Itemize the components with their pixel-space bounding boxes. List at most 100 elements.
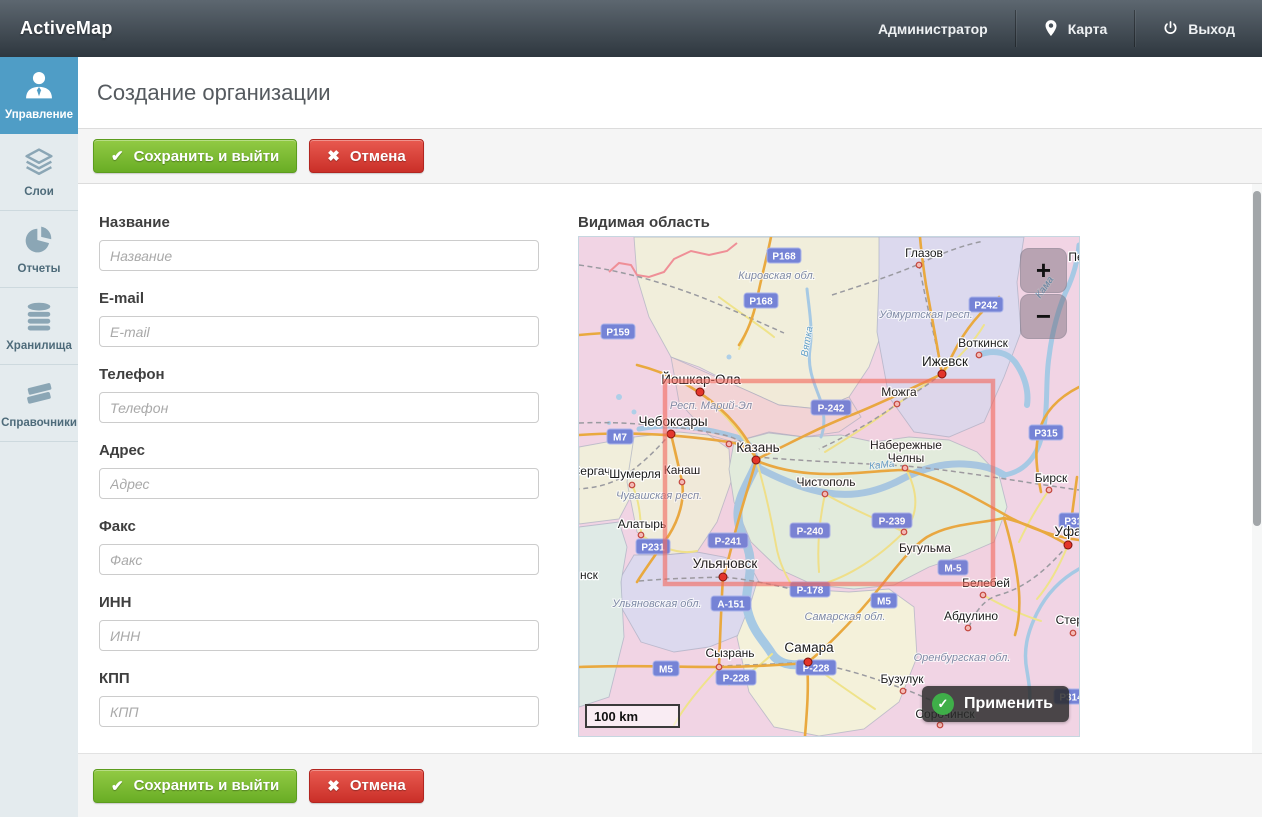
save-button-label: Сохранить и выйти xyxy=(134,777,280,794)
svg-text:Р159: Р159 xyxy=(606,328,630,339)
svg-text:М5: М5 xyxy=(877,597,891,608)
svg-text:А-151: А-151 xyxy=(717,600,745,611)
kpp-label: КПП xyxy=(99,670,539,687)
scrollbar-thumb[interactable] xyxy=(1253,191,1261,526)
field-email: E-mail xyxy=(99,290,539,347)
svg-text:Р242: Р242 xyxy=(974,301,998,312)
cross-icon: ✖ xyxy=(327,147,340,165)
save-and-exit-button[interactable]: ✔ Сохранить и выйти xyxy=(93,139,297,173)
app-shell: Управление Слои Отчеты Хранилища Справоч… xyxy=(0,57,1262,817)
sidebar-item-storages[interactable]: Хранилища xyxy=(0,288,78,365)
map-link[interactable]: Карта xyxy=(1016,0,1135,57)
visible-area-panel: Видимая область xyxy=(578,214,1080,753)
apply-button[interactable]: ✓ Применить xyxy=(922,686,1069,722)
check-circle-icon: ✓ xyxy=(932,693,954,715)
svg-text:Самарская обл.: Самарская обл. xyxy=(804,611,885,623)
check-icon: ✔ xyxy=(111,777,124,795)
map-canvas[interactable]: Р168 Р168 Р242 Р159 М7 Р-242 Р315 Р-239 … xyxy=(578,236,1080,737)
phone-label: Телефон xyxy=(99,366,539,383)
name-input[interactable] xyxy=(99,240,539,271)
zoom-in-button[interactable]: + xyxy=(1020,248,1067,293)
cross-icon: ✖ xyxy=(327,777,340,795)
sidebar-item-label: Слои xyxy=(24,186,54,198)
svg-text:Кировская обл.: Кировская обл. xyxy=(738,270,815,282)
cancel-button-label: Отмена xyxy=(350,148,406,165)
inn-label: ИНН xyxy=(99,594,539,611)
svg-text:Р168: Р168 xyxy=(772,252,796,263)
address-input[interactable] xyxy=(99,468,539,499)
field-address: Адрес xyxy=(99,442,539,499)
pie-chart-icon xyxy=(21,223,57,256)
sidebar: Управление Слои Отчеты Хранилища Справоч… xyxy=(0,57,78,817)
sidebar-item-label: Справочники xyxy=(1,417,77,429)
field-phone: Телефон xyxy=(99,366,539,423)
cancel-button-bottom[interactable]: ✖ Отмена xyxy=(309,769,423,803)
save-button-label: Сохранить и выйти xyxy=(134,148,280,165)
svg-text:Ижевск: Ижевск xyxy=(922,354,968,369)
zoom-out-button[interactable]: − xyxy=(1020,294,1067,339)
database-icon xyxy=(21,300,57,333)
form-content: Название E-mail Телефон Адрес Факс xyxy=(78,184,1262,753)
selection-rectangle[interactable] xyxy=(665,381,993,584)
user-menu[interactable]: Администратор xyxy=(851,0,1015,57)
scale-label: 100 km xyxy=(594,709,638,724)
power-icon xyxy=(1162,20,1179,37)
cancel-button[interactable]: ✖ Отмена xyxy=(309,139,423,173)
save-and-exit-button-bottom[interactable]: ✔ Сохранить и выйти xyxy=(93,769,297,803)
app-logo: ActiveMap xyxy=(0,18,113,39)
svg-text:М7: М7 xyxy=(613,433,627,444)
sidebar-item-directories[interactable]: Справочники xyxy=(0,365,78,442)
svg-text:Сергач: Сергач xyxy=(579,464,610,478)
svg-text:Воткинск: Воткинск xyxy=(958,336,1008,350)
svg-text:Ульяновская обл.: Ульяновская обл. xyxy=(611,598,701,610)
inn-input[interactable] xyxy=(99,620,539,651)
svg-text:Шумерля: Шумерля xyxy=(609,467,661,481)
field-kpp: КПП xyxy=(99,670,539,727)
sidebar-item-management[interactable]: Управление xyxy=(0,57,78,134)
map-image: Р168 Р168 Р242 Р159 М7 Р-242 Р315 Р-239 … xyxy=(579,237,1079,736)
svg-text:Р-228: Р-228 xyxy=(723,674,750,685)
page-header: Создание организации xyxy=(78,57,1262,129)
sidebar-item-layers[interactable]: Слои xyxy=(0,134,78,211)
svg-text:Бирск: Бирск xyxy=(1035,471,1068,485)
sidebar-item-label: Отчеты xyxy=(18,263,61,275)
email-label: E-mail xyxy=(99,290,539,307)
svg-text:М5: М5 xyxy=(659,665,673,676)
vertical-scrollbar[interactable] xyxy=(1252,184,1262,753)
svg-text:нск: нск xyxy=(580,568,599,582)
page-title: Создание организации xyxy=(97,80,331,106)
map-link-label: Карта xyxy=(1068,21,1108,37)
layers-icon xyxy=(21,146,57,179)
cancel-button-label: Отмена xyxy=(350,777,406,794)
address-label: Адрес xyxy=(99,442,539,459)
sidebar-item-reports[interactable]: Отчеты xyxy=(0,211,78,288)
email-input[interactable] xyxy=(99,316,539,347)
svg-text:Алатырь: Алатырь xyxy=(618,517,666,531)
top-actions-bar: ✔ Сохранить и выйти ✖ Отмена xyxy=(78,129,1262,184)
map-scale-bar: 100 km xyxy=(585,704,680,728)
user-name-label: Администратор xyxy=(878,21,988,37)
fax-label: Факс xyxy=(99,518,539,535)
svg-text:Абдулино: Абдулино xyxy=(944,609,998,623)
svg-text:Уфа: Уфа xyxy=(1054,524,1079,539)
svg-text:Глазов: Глазов xyxy=(905,246,943,260)
name-label: Название xyxy=(99,214,539,231)
svg-text:Р168: Р168 xyxy=(749,297,773,308)
svg-text:Оренбургская обл.: Оренбургская обл. xyxy=(914,652,1011,664)
field-name: Название xyxy=(99,214,539,271)
books-icon xyxy=(21,377,57,410)
phone-input[interactable] xyxy=(99,392,539,423)
svg-text:Пе: Пе xyxy=(1068,250,1079,264)
main-area: Создание организации ✔ Сохранить и выйти… xyxy=(78,57,1262,817)
map-zoom-controls: + − xyxy=(1020,248,1067,339)
svg-text:Бузулук: Бузулук xyxy=(881,672,925,686)
bottom-actions-bar: ✔ Сохранить и выйти ✖ Отмена xyxy=(78,753,1262,817)
fax-input[interactable] xyxy=(99,544,539,575)
kpp-input[interactable] xyxy=(99,696,539,727)
top-bar: ActiveMap Администратор Карта Выход xyxy=(0,0,1262,57)
svg-text:Стерлита: Стерлита xyxy=(1056,613,1079,627)
svg-text:Самара: Самара xyxy=(784,640,834,655)
check-icon: ✔ xyxy=(111,147,124,165)
logout-label: Выход xyxy=(1188,21,1235,37)
logout-button[interactable]: Выход xyxy=(1135,0,1262,57)
